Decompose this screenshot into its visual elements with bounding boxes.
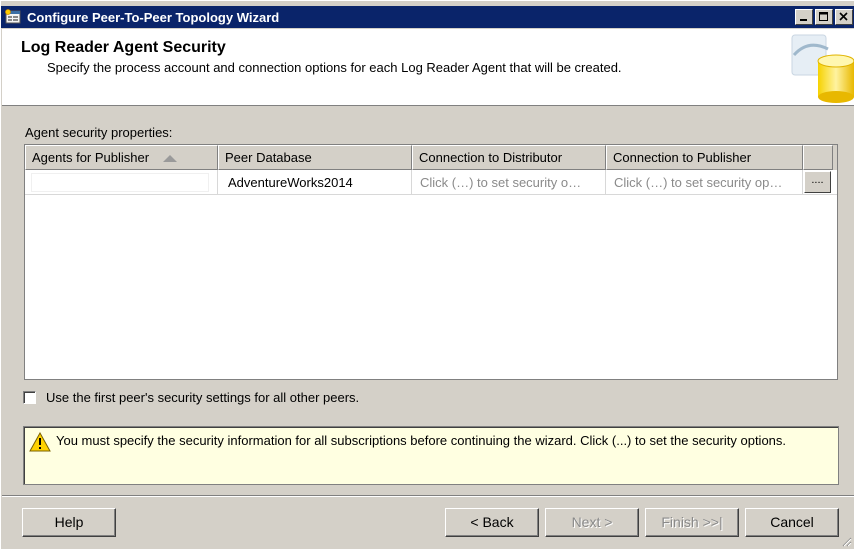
agent-security-grid[interactable]: Agents for Publisher Peer Database Conne…: [24, 144, 838, 380]
column-header-agents-for-publisher[interactable]: Agents for Publisher: [25, 145, 218, 170]
window-title: Configure Peer-To-Peer Topology Wizard: [27, 9, 280, 25]
minimize-icon: [800, 19, 807, 21]
set-security-button[interactable]: ....: [804, 171, 831, 193]
back-button[interactable]: < Back: [445, 508, 539, 537]
close-icon: [839, 12, 848, 21]
cell-connection-to-publisher[interactable]: Click (…) to set security op…: [606, 170, 803, 195]
warning-icon: [29, 431, 51, 452]
use-first-peer-label: Use the first peer's security settings f…: [46, 390, 360, 405]
wizard-header: Log Reader Agent Security Specify the pr…: [2, 29, 854, 106]
cell-agents-for-publisher[interactable]: [25, 170, 218, 195]
agent-security-label: Agent security properties:: [25, 125, 173, 140]
cell-connection-to-distributor[interactable]: Click (…) to set security o…: [412, 170, 606, 195]
page-subtitle: Specify the process account and connecti…: [47, 60, 622, 75]
footer-separator: [2, 495, 854, 497]
next-button[interactable]: Next >: [545, 508, 639, 537]
resize-grip-icon[interactable]: [840, 535, 852, 547]
finish-button[interactable]: Finish >>|: [645, 508, 739, 537]
sort-ascending-icon: [163, 155, 178, 163]
page-title: Log Reader Agent Security: [21, 39, 226, 56]
column-header-peer-database[interactable]: Peer Database: [218, 145, 412, 170]
cancel-button[interactable]: Cancel: [745, 508, 839, 537]
maximize-button[interactable]: [815, 9, 833, 25]
warning-message: You must specify the security informatio…: [56, 433, 787, 448]
cell-peer-database[interactable]: AdventureWorks2014: [218, 170, 412, 195]
grid-header: Agents for Publisher Peer Database Conne…: [25, 145, 837, 170]
table-row[interactable]: AdventureWorks2014 Click (…) to set secu…: [25, 170, 837, 195]
column-header-button: [803, 145, 833, 170]
warning-panel: You must specify the security informatio…: [23, 426, 839, 485]
database-logo-icon: [788, 29, 854, 106]
wizard-app-icon: [5, 9, 23, 25]
title-bar[interactable]: Configure Peer-To-Peer Topology Wizard: [1, 6, 854, 28]
use-first-peer-checkbox[interactable]: [23, 391, 36, 404]
column-header-connection-to-publisher[interactable]: Connection to Publisher: [606, 145, 803, 170]
help-button[interactable]: Help: [22, 508, 116, 537]
maximize-icon: [819, 12, 828, 21]
wizard-window: Configure Peer-To-Peer Topology Wizard L…: [0, 0, 854, 549]
publisher-name-field[interactable]: [31, 173, 209, 192]
minimize-button[interactable]: [795, 9, 813, 25]
column-header-connection-to-distributor[interactable]: Connection to Distributor: [412, 145, 606, 170]
close-button[interactable]: [835, 9, 853, 25]
use-first-peer-checkbox-row[interactable]: Use the first peer's security settings f…: [23, 390, 359, 405]
